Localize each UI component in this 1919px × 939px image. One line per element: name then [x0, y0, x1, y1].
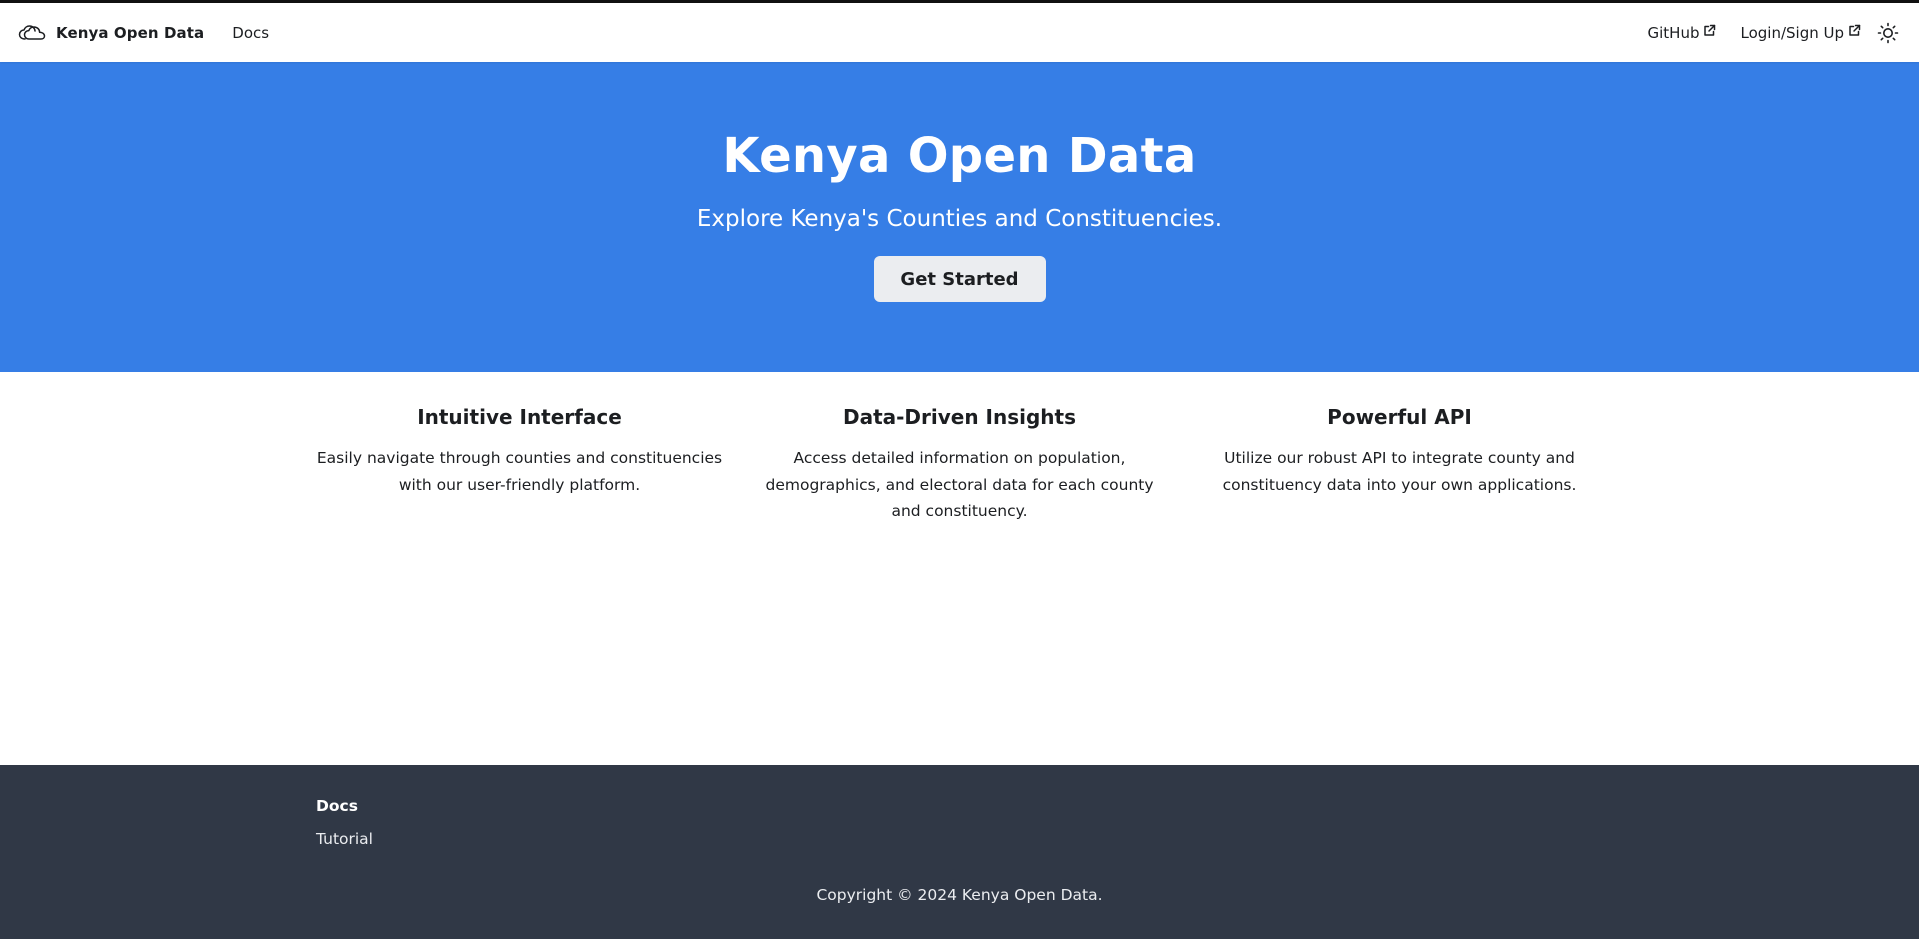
hero-subtitle: Explore Kenya's Counties and Constituenc…	[696, 206, 1223, 232]
feature-data-driven-insights: Data-Driven Insights Access detailed inf…	[740, 405, 1180, 765]
features-section: Intuitive Interface Easily navigate thro…	[0, 372, 1919, 765]
sun-icon	[1877, 22, 1899, 44]
feature-description: Utilize our robust API to integrate coun…	[1222, 449, 1577, 494]
feature-title: Powerful API	[1327, 405, 1472, 429]
feature-powerful-api: Powerful API Utilize our robust API to i…	[1180, 405, 1620, 765]
external-link-icon	[1703, 24, 1716, 37]
navbar: Kenya Open Data Docs GitHub Login/Sign U…	[0, 3, 1919, 62]
nav-link-github[interactable]: GitHub	[1648, 24, 1717, 42]
feature-description: Access detailed information on populatio…	[765, 449, 1154, 520]
nav-link-github-label: GitHub	[1647, 23, 1700, 42]
nav-link-login-signup-label: Login/Sign Up	[1740, 23, 1844, 42]
cloud-logo-icon	[18, 24, 46, 42]
footer-docs-column: Docs Tutorial	[316, 797, 373, 848]
nav-link-docs[interactable]: Docs	[232, 24, 269, 42]
hero-title: Kenya Open Data	[722, 128, 1197, 184]
copyright-text: Copyright © 2024 Kenya Open Data.	[816, 886, 1103, 904]
get-started-button[interactable]: Get Started	[873, 256, 1046, 303]
feature-title: Intuitive Interface	[417, 405, 622, 429]
hero-banner: Kenya Open Data Explore Kenya's Counties…	[0, 62, 1919, 372]
nav-link-login-signup[interactable]: Login/Sign Up	[1740, 24, 1861, 42]
external-link-icon	[1848, 24, 1861, 37]
brand-title: Kenya Open Data	[56, 23, 205, 42]
footer: Docs Tutorial Copyright © 2024 Kenya Ope…	[0, 765, 1919, 939]
navbar-left: Kenya Open Data Docs	[18, 24, 269, 42]
footer-heading: Docs	[316, 797, 358, 815]
footer-link-tutorial[interactable]: Tutorial	[316, 830, 373, 848]
theme-toggle-button[interactable]	[1873, 18, 1903, 48]
brand-link[interactable]: Kenya Open Data	[18, 24, 204, 42]
feature-title: Data-Driven Insights	[842, 405, 1077, 429]
navbar-right: GitHub Login/Sign Up	[1624, 18, 1904, 48]
feature-description: Easily navigate through counties and con…	[316, 449, 723, 494]
feature-intuitive-interface: Intuitive Interface Easily navigate thro…	[300, 405, 740, 765]
